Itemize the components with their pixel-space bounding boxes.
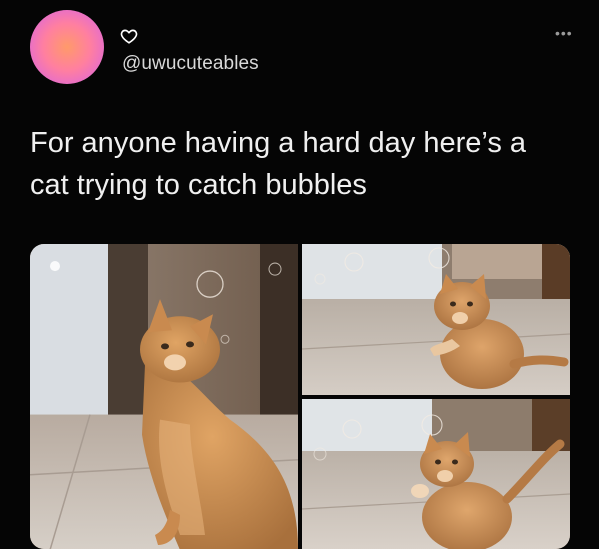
tweet-text: For anyone having a hard day here’s a ca…	[30, 127, 527, 201]
username-handle[interactable]: @uwucuteables	[122, 53, 259, 75]
avatar[interactable]	[30, 10, 104, 84]
photo-cat-reaching[interactable]	[302, 244, 570, 395]
photo-cat-looking-up[interactable]	[30, 244, 298, 549]
more-dots-icon[interactable]: •••	[555, 26, 573, 40]
photo-cat-batting[interactable]	[302, 399, 570, 549]
heart-icon	[120, 29, 138, 44]
media-grid	[30, 244, 570, 549]
